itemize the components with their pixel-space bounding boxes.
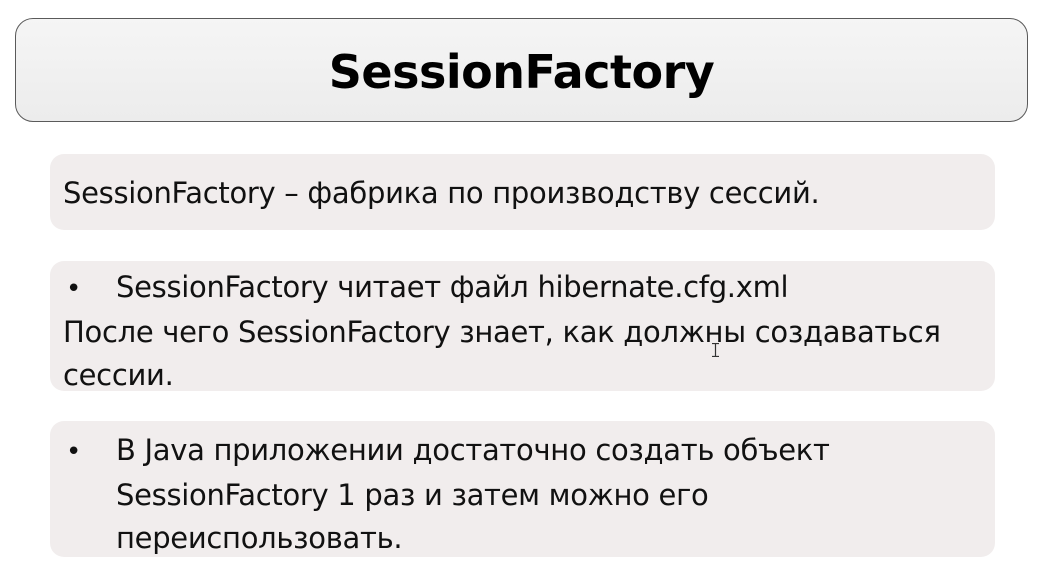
bullet-item: • В Java приложении достаточно создать о… bbox=[63, 429, 995, 474]
reuse-card: • В Java приложении достаточно создать о… bbox=[50, 421, 995, 557]
bullet-marker: • bbox=[66, 437, 82, 467]
bullet-text: SessionFactory читает файл hibernate.cfg… bbox=[116, 270, 789, 304]
config-text-line-2: сессии. bbox=[63, 358, 174, 392]
reuse-text-line-2: переиспользовать. bbox=[116, 521, 403, 555]
config-text-line-1: После чего SessionFactory знает, как дол… bbox=[63, 315, 941, 349]
slide-title: SessionFactory bbox=[328, 45, 715, 99]
definition-card: SessionFactory – фабрика по производству… bbox=[50, 154, 995, 230]
config-card: • SessionFactory читает файл hibernate.c… bbox=[50, 261, 995, 392]
bullet-marker: • bbox=[66, 274, 82, 304]
i-beam-cursor-icon bbox=[712, 343, 719, 357]
bullet-item: • SessionFactory читает файл hibernate.c… bbox=[63, 266, 995, 311]
definition-text: SessionFactory – фабрика по производству… bbox=[63, 176, 820, 210]
bullet-text: В Java приложении достаточно создать объ… bbox=[116, 433, 830, 467]
reuse-text-line-1: SessionFactory 1 раз и затем можно его bbox=[116, 478, 709, 512]
slide-title-box: SessionFactory bbox=[15, 18, 1028, 122]
